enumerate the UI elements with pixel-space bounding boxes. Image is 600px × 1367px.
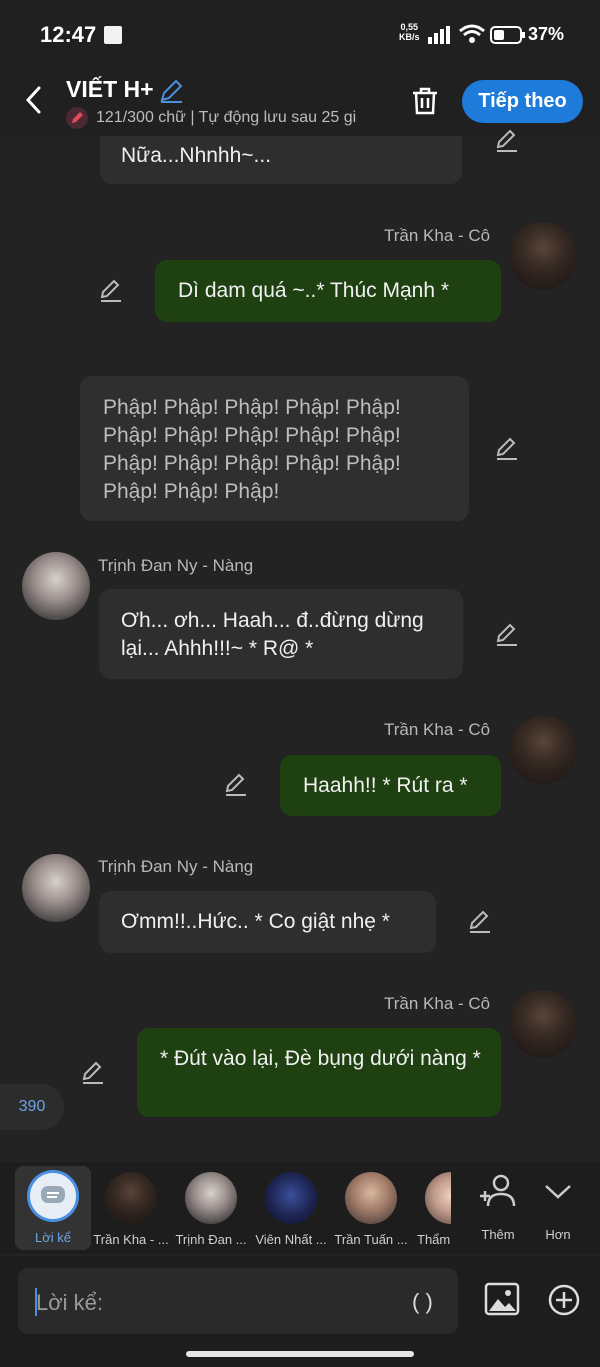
character-trinh-dan-ny[interactable]: Trịnh Đan ... <box>173 1168 249 1247</box>
character-label: Lời kể <box>35 1230 71 1245</box>
next-button[interactable]: Tiếp theo <box>462 80 583 123</box>
word-counter-badge[interactable]: 390 <box>0 1084 64 1130</box>
character-label: Thẩm <box>417 1232 451 1247</box>
edit-message-icon[interactable] <box>98 278 124 304</box>
edit-message-icon[interactable] <box>494 436 520 462</box>
status-time: 12:47 <box>40 22 97 47</box>
net-speed: 0,55 KB/s <box>399 22 420 42</box>
edit-title-icon[interactable] <box>158 78 184 104</box>
avatar <box>105 1172 157 1224</box>
battery-icon <box>490 26 525 44</box>
home-indicator[interactable] <box>186 1351 414 1357</box>
avatar[interactable] <box>22 552 90 620</box>
sender-name: Trịnh Đan Ny - Nàng <box>98 857 254 876</box>
edit-message-icon[interactable] <box>494 128 520 154</box>
chevron-down-icon <box>545 1185 571 1199</box>
battery-percent: 37% <box>528 24 565 44</box>
signal-icon <box>428 26 450 44</box>
sender-name: Trịnh Đan Ny - Nàng <box>98 556 254 575</box>
character-label: Trần Kha - ... <box>93 1232 169 1247</box>
pencil-badge-icon <box>66 107 88 129</box>
net-speed-value: 0,55 <box>400 22 419 32</box>
message-bubble-partial[interactable]: Nữa...Nhnhh~... <box>100 136 462 184</box>
back-arrow-icon[interactable] <box>22 84 46 116</box>
character-tran-kha[interactable]: Trần Kha - ... <box>93 1168 169 1247</box>
trash-icon[interactable] <box>410 86 440 116</box>
parentheses-button[interactable]: ( ) <box>412 1289 433 1315</box>
message-text: * Đút vào lại, Đè bụng dưới nàng * <box>160 1047 481 1070</box>
more-button[interactable]: Hơn <box>520 1168 596 1242</box>
narration-bubble[interactable]: Phập! Phập! Phập! Phập! Phập! Phập! Phập… <box>80 376 469 521</box>
avatar[interactable] <box>509 716 577 784</box>
avatar <box>425 1172 451 1224</box>
message-text: Nữa...Nhnhh~... <box>121 144 272 167</box>
character-label: Trịnh Đan ... <box>175 1232 247 1247</box>
narration-text: Phập! Phập! Phập! Phập! Phập! Phập! Phập… <box>103 396 401 503</box>
message-bubble[interactable]: Dì dam quá ~..* Thúc Mạnh * <box>155 260 501 322</box>
character-tran-tuan[interactable]: Trần Tuấn ... <box>333 1168 409 1247</box>
net-speed-unit: KB/s <box>399 32 420 42</box>
message-text: Ơh... ơh... Haah... đ..đừng dừng lại... … <box>121 609 424 660</box>
character-narrator[interactable]: Lời kể <box>15 1166 91 1250</box>
edit-message-icon[interactable] <box>223 772 249 798</box>
wifi-icon <box>459 24 485 43</box>
message-text: Ơmm!!..Hức.. * Co giật nhẹ * <box>121 910 390 933</box>
image-icon[interactable] <box>484 1282 520 1316</box>
more-label: Hơn <box>545 1227 571 1242</box>
sender-name: Trần Kha - Cô <box>384 720 491 739</box>
avatar[interactable] <box>509 222 577 290</box>
word-count-autosave: 121/300 chữ | Tự động lưu sau 25 gi <box>96 109 357 126</box>
message-bubble[interactable]: * Đút vào lại, Đè bụng dưới nàng * <box>137 1028 501 1117</box>
message-text: Haahh!! * Rút ra * <box>303 774 468 797</box>
sender-name: Trần Kha - Cô <box>384 994 491 1013</box>
message-bubble[interactable]: Haahh!! * Rút ra * <box>280 755 501 816</box>
character-tham[interactable]: Thẩm <box>415 1168 451 1247</box>
notification-icon <box>104 26 122 44</box>
edit-message-icon[interactable] <box>467 909 493 935</box>
add-person-icon <box>480 1174 516 1207</box>
page-title: VIẾT H+ <box>66 76 154 102</box>
avatar[interactable] <box>22 854 90 922</box>
input-placeholder: Lời kể: <box>36 1290 104 1315</box>
character-label: Viên Nhất ... <box>255 1232 327 1247</box>
message-text: Dì dam quá ~..* Thúc Mạnh * <box>178 279 450 302</box>
avatar <box>185 1172 237 1224</box>
avatar <box>345 1172 397 1224</box>
avatar[interactable] <box>509 990 577 1058</box>
character-label: Trần Tuấn ... <box>334 1232 408 1247</box>
avatar <box>265 1172 317 1224</box>
edit-message-icon[interactable] <box>80 1060 106 1086</box>
message-bubble[interactable]: Ơh... ơh... Haah... đ..đừng dừng lại... … <box>99 589 463 679</box>
sender-name: Trần Kha - Cô <box>384 226 491 245</box>
add-icon[interactable] <box>547 1283 581 1317</box>
chat-bubble-icon <box>27 1170 79 1222</box>
edit-message-icon[interactable] <box>494 622 520 648</box>
character-vien-nhat[interactable]: Viên Nhất ... <box>253 1168 329 1247</box>
message-bubble[interactable]: Ơmm!!..Hức.. * Co giật nhẹ * <box>99 891 436 953</box>
